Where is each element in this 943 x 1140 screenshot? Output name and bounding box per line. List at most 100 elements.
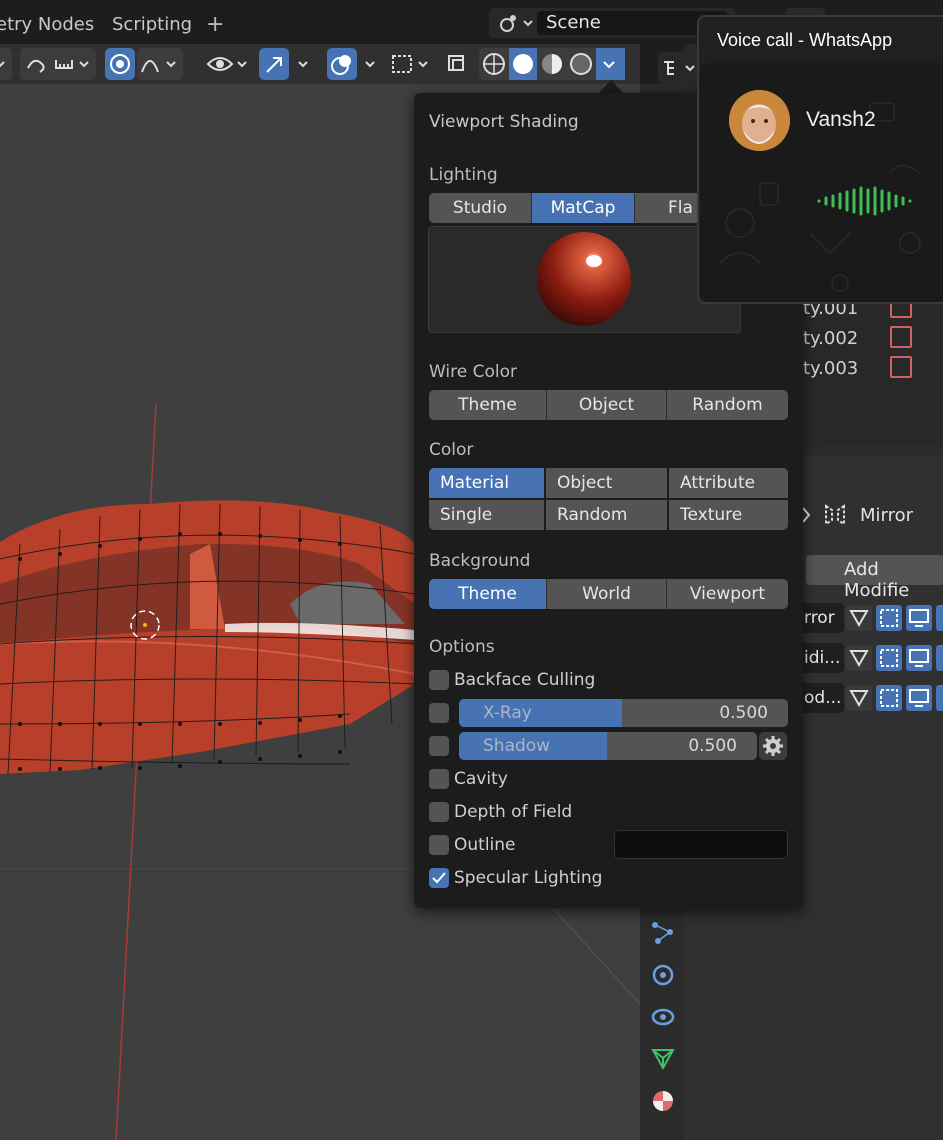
options-heading: Options: [429, 637, 495, 657]
matcap-sphere: [537, 232, 631, 326]
object-data-icon[interactable]: [650, 1046, 676, 1072]
outline-checkbox[interactable]: [429, 835, 449, 855]
outliner-row[interactable]: ty.003: [803, 358, 858, 379]
overlays-icon[interactable]: [327, 48, 357, 80]
voice-activity-waveform: [817, 186, 912, 216]
color-random-button[interactable]: Random: [546, 500, 667, 530]
solid-shading-button[interactable]: [509, 48, 537, 80]
visibility-eye-icon[interactable]: [204, 48, 252, 80]
scene-name: Scene: [546, 12, 601, 33]
specular-lighting-label: Specular Lighting: [454, 868, 603, 888]
modifier-name-field[interactable]: od...: [800, 683, 844, 713]
background-viewport-button[interactable]: Viewport: [667, 579, 788, 609]
checkmark-icon: [432, 872, 446, 884]
shadow-checkbox[interactable]: [429, 736, 449, 756]
color-texture-button[interactable]: Texture: [669, 500, 788, 530]
rendered-shading-button[interactable]: [567, 48, 597, 80]
modifier-name-label: Mirror: [860, 505, 914, 526]
color-heading: Color: [429, 440, 474, 460]
specular-lighting-checkbox[interactable]: [429, 868, 449, 888]
particles-icon[interactable]: [650, 920, 676, 946]
falloff-dropdown[interactable]: [137, 48, 183, 80]
realtime-display-icon[interactable]: [906, 605, 932, 631]
wireframe-shading-button[interactable]: [479, 48, 509, 80]
modifier-row[interactable]: idi...: [800, 643, 943, 673]
backface-culling-checkbox[interactable]: [429, 670, 449, 690]
backface-culling-label: Backface Culling: [454, 670, 596, 690]
caller-avatar: [729, 90, 790, 151]
color-attribute-button[interactable]: Attribute: [669, 468, 788, 498]
snapping-toggle[interactable]: [20, 48, 96, 80]
color-single-button[interactable]: Single: [429, 500, 544, 530]
whatsapp-window-title: Voice call - WhatsApp: [717, 30, 893, 50]
wire-color-theme-button[interactable]: Theme: [429, 390, 547, 420]
image-icon: [890, 356, 912, 378]
proportional-editing-icon[interactable]: [105, 48, 135, 80]
xray-label: X-Ray: [483, 703, 532, 723]
matcap-preview[interactable]: [428, 226, 741, 333]
add-workspace-button[interactable]: +: [206, 10, 224, 42]
modifier-row[interactable]: rror: [800, 603, 943, 633]
outliner-row[interactable]: ty.002: [803, 328, 858, 349]
popover-title: Viewport Shading: [429, 112, 579, 132]
modifier-row[interactable]: od...: [800, 683, 943, 713]
outline-color-swatch[interactable]: [614, 830, 788, 859]
xray-value: 0.500: [719, 703, 768, 723]
edit-mode-icon[interactable]: [846, 645, 872, 671]
render-toggle[interactable]: [936, 605, 943, 631]
scene-icon: [500, 15, 533, 32]
cavity-checkbox[interactable]: [429, 769, 449, 789]
realtime-display-icon[interactable]: [906, 645, 932, 671]
background-selector: Theme World Viewport: [429, 579, 788, 609]
render-toggle[interactable]: [936, 685, 943, 711]
depth-of-field-checkbox[interactable]: [429, 802, 449, 822]
wire-color-selector: Theme Object Random: [429, 390, 788, 420]
color-selector: Material Object Attribute Single Random …: [429, 468, 788, 530]
color-material-button[interactable]: Material: [429, 468, 544, 498]
physics-icon[interactable]: [650, 962, 676, 988]
edit-mode-icon[interactable]: [846, 685, 872, 711]
popover-arrow: [598, 80, 624, 94]
background-theme-button[interactable]: Theme: [429, 579, 547, 609]
constraints-icon[interactable]: [650, 1004, 676, 1030]
wire-color-object-button[interactable]: Object: [547, 390, 667, 420]
gear-icon[interactable]: [759, 732, 787, 760]
cavity-label: Cavity: [454, 769, 508, 789]
lighting-studio-button[interactable]: Studio: [429, 193, 532, 223]
background-heading: Background: [429, 551, 531, 571]
overlays-dropdown-icon[interactable]: [359, 48, 383, 80]
tab-scripting[interactable]: Scripting: [112, 10, 192, 42]
modifier-name-field[interactable]: idi...: [800, 643, 844, 673]
cage-icon[interactable]: [876, 645, 902, 671]
material-icon[interactable]: [650, 1088, 676, 1114]
lighting-selector: Studio MatCap Fla: [429, 193, 709, 223]
cage-icon[interactable]: [876, 605, 902, 631]
color-object-button[interactable]: Object: [546, 468, 667, 498]
lighting-heading: Lighting: [429, 165, 498, 185]
xray-checkbox[interactable]: [429, 703, 449, 723]
modifier-name-field[interactable]: rror: [800, 603, 844, 633]
wire-color-random-button[interactable]: Random: [667, 390, 788, 420]
gizmo-icon[interactable]: [259, 48, 289, 80]
mesh-edit-overlays-icon[interactable]: [387, 48, 433, 80]
xray-slider[interactable]: X-Ray 0.500: [459, 699, 788, 727]
realtime-display-icon[interactable]: [906, 685, 932, 711]
shadow-value: 0.500: [688, 736, 737, 756]
tab-geometry-nodes[interactable]: etry Nodes: [0, 10, 94, 42]
background-world-button[interactable]: World: [547, 579, 667, 609]
lighting-matcap-button[interactable]: MatCap: [532, 193, 635, 223]
render-toggle[interactable]: [936, 645, 943, 671]
cage-icon[interactable]: [876, 685, 902, 711]
shadow-label: Shadow: [483, 736, 551, 756]
depth-of-field-label: Depth of Field: [454, 802, 573, 822]
shading-popover-toggle[interactable]: [596, 48, 625, 80]
chevron-down-icon[interactable]: [0, 48, 12, 80]
xray-toggle-icon[interactable]: [443, 48, 471, 80]
edit-mode-icon[interactable]: [846, 605, 872, 631]
gizmo-dropdown-icon[interactable]: [292, 48, 316, 80]
image-icon: [890, 326, 912, 348]
material-preview-button[interactable]: [537, 48, 567, 80]
shadow-slider[interactable]: Shadow 0.500: [459, 732, 757, 760]
add-modifier-label: Add Modifie: [844, 559, 910, 601]
caller-name: Vansh2: [806, 108, 876, 131]
